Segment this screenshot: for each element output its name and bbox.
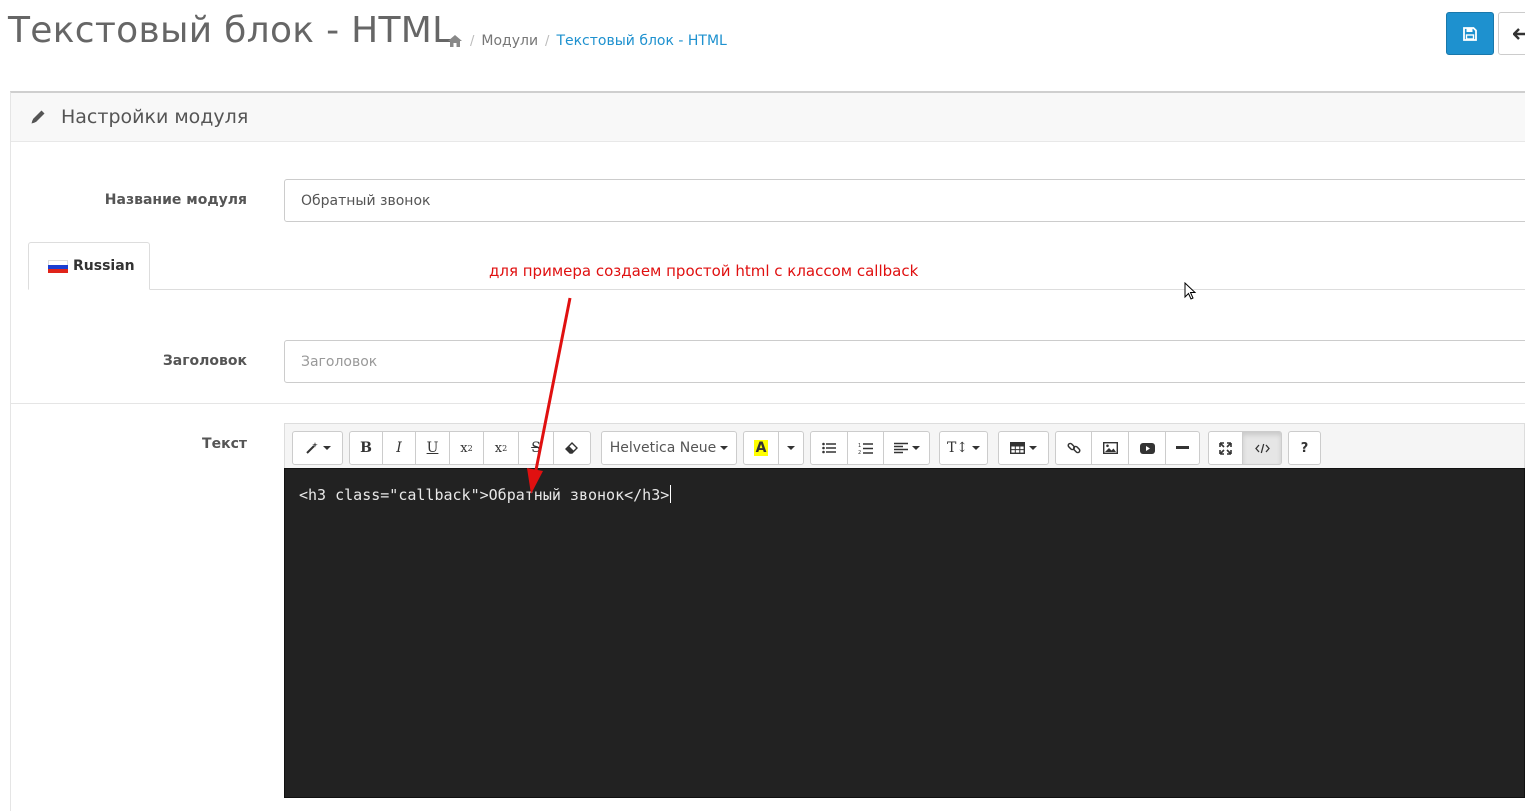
code-view-button[interactable] [1242, 431, 1282, 465]
text-label: Текст [202, 436, 247, 452]
list-ul-icon [822, 442, 836, 454]
text-cursor [670, 485, 672, 503]
save-button[interactable] [1446, 12, 1494, 55]
style-magic-button[interactable] [292, 431, 343, 465]
tab-underline [28, 289, 1525, 290]
russian-flag-icon [48, 259, 68, 273]
strikethrough-button[interactable]: S [518, 431, 554, 465]
unordered-list-button[interactable] [810, 431, 848, 465]
table-dropdown[interactable] [998, 431, 1049, 465]
paragraph-align-dropdown[interactable] [883, 431, 930, 465]
code-editor[interactable]: <h3 class="callback">Обратный звонок</h3… [284, 468, 1525, 798]
youtube-play-icon [1139, 442, 1155, 454]
heading-label: Заголовок [162, 353, 247, 369]
breadcrumb-modules-link[interactable]: Модули [481, 33, 538, 49]
bold-button[interactable]: B [349, 431, 383, 465]
pencil-icon [31, 110, 45, 124]
svg-text:1: 1 [858, 443, 861, 449]
text-color-button[interactable]: A [743, 431, 779, 465]
line-height-dropdown[interactable]: T↕ [939, 431, 988, 465]
help-button[interactable]: ? [1288, 431, 1321, 465]
tab-russian[interactable]: Russian [28, 242, 150, 290]
clear-format-button[interactable] [553, 431, 591, 465]
horizontal-rule-button[interactable] [1165, 431, 1200, 465]
heading-input[interactable] [284, 340, 1525, 383]
breadcrumb-separator: / [545, 33, 550, 49]
text-height-icon: T↕ [946, 440, 969, 456]
font-color-icon: A [753, 440, 769, 456]
eraser-icon [565, 442, 578, 454]
section-divider [10, 403, 1525, 404]
underline-button[interactable]: U [415, 431, 450, 465]
home-icon[interactable] [447, 34, 463, 48]
list-ol-icon: 12 [858, 443, 873, 455]
breadcrumb: / Модули / Текстовый блок - HTML [447, 33, 727, 49]
image-icon [1102, 442, 1118, 454]
page-title: Текстовый блок - HTML [8, 10, 453, 51]
floppy-icon [1463, 26, 1477, 41]
panel-title: Настройки модуля [61, 106, 249, 128]
color-dropdown-button[interactable] [778, 431, 804, 465]
mouse-pointer-icon [1184, 282, 1197, 300]
code-icon [1254, 443, 1270, 453]
superscript-button[interactable]: x2 [449, 431, 484, 465]
back-button[interactable] [1498, 12, 1525, 55]
font-name-dropdown[interactable]: Helvetica Neue [601, 431, 737, 465]
svg-text:2: 2 [858, 450, 861, 455]
insert-link-button[interactable] [1055, 431, 1092, 465]
insert-image-button[interactable] [1091, 431, 1129, 465]
module-name-label: Название модуля [104, 192, 247, 208]
breadcrumb-current[interactable]: Текстовый блок - HTML [556, 33, 726, 49]
minus-icon [1176, 446, 1189, 449]
code-content: <h3 class="callback">Обратный звонок</h3… [299, 486, 670, 504]
annotation-text: для примера создаем простой html с класс… [489, 262, 919, 280]
ordered-list-button[interactable]: 12 [847, 431, 884, 465]
editor-toolbar: B I U x2 x2 S Helvetica Neue A 12 T↕ ? [284, 423, 1525, 469]
align-left-icon [893, 442, 908, 454]
link-icon [1066, 442, 1081, 454]
italic-button[interactable]: I [382, 431, 416, 465]
insert-video-button[interactable] [1128, 431, 1166, 465]
arrows-expand-icon [1219, 441, 1232, 455]
table-icon [1010, 442, 1025, 454]
panel-heading: Настройки модуля [11, 93, 1525, 142]
tab-label: Russian [73, 258, 135, 274]
module-name-input[interactable] [284, 179, 1525, 222]
fullscreen-button[interactable] [1208, 431, 1243, 465]
magic-wand-icon [305, 442, 318, 454]
arrow-left-icon [1513, 27, 1525, 40]
breadcrumb-separator: / [470, 33, 475, 49]
subscript-button[interactable]: x2 [483, 431, 519, 465]
